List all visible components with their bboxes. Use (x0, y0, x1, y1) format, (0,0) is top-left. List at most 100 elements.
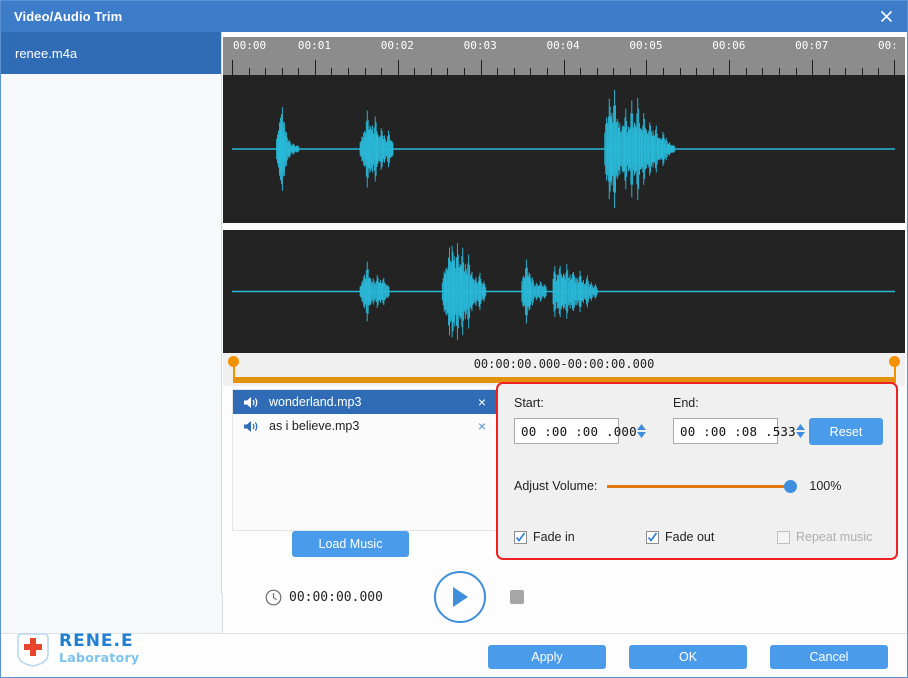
waveform-gutter-left-top (223, 75, 232, 223)
waveform-channel-bottom[interactable] (232, 230, 895, 353)
reset-button[interactable]: Reset (809, 418, 883, 445)
load-music-button[interactable]: Load Music (292, 531, 409, 557)
cancel-button[interactable]: Cancel (770, 645, 888, 669)
range-start-stem (233, 366, 235, 383)
checkbox-fade-out-box[interactable] (646, 530, 659, 544)
ruler-minor-tick (265, 68, 267, 75)
ok-button[interactable]: OK (629, 645, 747, 669)
ruler-major-tick (314, 60, 316, 75)
checkbox-fade-out-label: Fade out (665, 530, 715, 544)
renee-cross-icon (17, 633, 49, 667)
stop-button[interactable] (510, 590, 524, 604)
ruler-tick-label: 00:08 (878, 39, 895, 52)
close-button[interactable] (863, 1, 907, 32)
list-item[interactable]: as i believe.mp3 × (233, 414, 496, 438)
ruler-tick-label: 00:01 (297, 39, 331, 52)
checkbox-fade-in-box[interactable] (514, 530, 527, 544)
speaker-icon (233, 420, 269, 433)
current-time-display: 00:00:00.000 (289, 590, 383, 605)
check-icon (515, 531, 526, 542)
ruler-minor-tick (745, 68, 747, 75)
track-name: wonderland.mp3 (269, 395, 362, 409)
volume-percent-value: 100% (809, 479, 842, 493)
waveform-plot (232, 243, 895, 340)
ruler-minor-tick (348, 68, 350, 75)
checkbox-repeat-music: Repeat music (777, 530, 872, 544)
track-name: as i believe.mp3 (269, 419, 360, 433)
ruler-major-tick (480, 60, 482, 75)
ruler-major-tick (232, 60, 233, 75)
timeline-ruler[interactable]: 00:00 00:01 00:02 00:03 00:04 00:05 00:06 00:07… (232, 37, 895, 75)
end-label: End: (673, 396, 699, 410)
checkbox-repeat-music-label: Repeat music (796, 530, 873, 544)
start-time-input[interactable]: 00 :00 :00 .000 (514, 418, 646, 444)
range-end-handle[interactable] (889, 356, 900, 383)
remove-track-icon[interactable]: × (468, 394, 496, 410)
volume-control: Adjust Volume: 100% (514, 479, 841, 493)
check-icon (647, 531, 658, 542)
ruler-minor-tick (248, 68, 250, 75)
waveform-separator (223, 223, 905, 230)
waveform-channel-top[interactable] (232, 75, 895, 223)
volume-slider-track[interactable] (607, 479, 798, 493)
ruler-minor-tick (513, 68, 515, 75)
waveform-gutter-right-top (895, 75, 905, 223)
ruler-gutter-right (895, 37, 905, 75)
play-button[interactable] (434, 571, 486, 623)
sidebar-item-renee-m4a[interactable]: renee.m4a (1, 32, 221, 74)
volume-label: Adjust Volume: (514, 479, 598, 493)
apply-button[interactable]: Apply (488, 645, 606, 669)
waveform-plot (232, 89, 895, 209)
checkbox-fade-in-label: Fade in (533, 530, 575, 544)
start-time-stepper[interactable] (636, 419, 646, 443)
checkbox-repeat-music-box (777, 530, 790, 544)
close-icon (880, 10, 892, 23)
chevron-down-icon (795, 432, 805, 438)
ruler-major-tick (894, 60, 895, 75)
ruler-tick-label: 00:02 (380, 39, 414, 52)
ruler-minor-tick (464, 68, 466, 75)
ruler-tick-label: 00:05 (629, 39, 663, 52)
speaker-icon (233, 396, 269, 409)
list-item[interactable]: wonderland.mp3 × (233, 390, 496, 414)
ruler-minor-tick (629, 68, 631, 75)
checkbox-fade-out[interactable]: Fade out (646, 530, 714, 544)
chevron-up-icon (636, 424, 646, 430)
ruler-minor-tick (580, 68, 582, 75)
end-time-stepper[interactable] (795, 419, 805, 443)
ruler-minor-tick (430, 68, 432, 75)
ruler-minor-tick (381, 68, 383, 75)
ruler-minor-tick (447, 68, 449, 75)
ruler-tick-label: 00:06 (712, 39, 746, 52)
range-start-handle[interactable] (228, 356, 239, 383)
end-time-input[interactable]: 00 :00 :08 .533 (673, 418, 805, 444)
ruler-gutter-left (223, 37, 232, 75)
ruler-minor-tick (497, 68, 499, 75)
sidebar-item-label: renee.m4a (15, 45, 78, 61)
remove-track-icon[interactable]: × (468, 418, 496, 434)
ruler-minor-tick (364, 68, 366, 75)
title-bar: Video/Audio Trim (1, 1, 907, 32)
ruler-minor-tick (281, 68, 283, 75)
logo-brand: RENE.E (59, 631, 134, 652)
chevron-up-icon (795, 424, 805, 430)
ruler-major-tick (563, 60, 565, 75)
ruler-tick-label: 00:03 (463, 39, 497, 52)
file-sidebar: renee.m4a (1, 32, 222, 594)
window-title: Video/Audio Trim (14, 9, 123, 24)
play-icon (453, 587, 468, 607)
ruler-tick-label: 00:04 (546, 39, 580, 52)
playback-bar: 00:00:00.000 (223, 563, 907, 633)
audio-settings-panel: Start: 00 :00 :00 .000 End: 00 :00 :08 .… (496, 382, 898, 560)
volume-slider-thumb[interactable] (784, 479, 798, 493)
logo-subtitle: Laboratory (59, 650, 140, 666)
clock-icon (265, 589, 282, 606)
ruler-major-tick (812, 60, 814, 75)
ruler-minor-tick (845, 68, 847, 75)
ruler-minor-tick (662, 68, 664, 75)
ruler-minor-tick (613, 68, 615, 75)
ruler-tick-label: 00:07 (795, 39, 829, 52)
ruler-minor-tick (861, 68, 863, 75)
checkbox-fade-in[interactable]: Fade in (514, 530, 575, 544)
ruler-major-tick (397, 60, 399, 75)
